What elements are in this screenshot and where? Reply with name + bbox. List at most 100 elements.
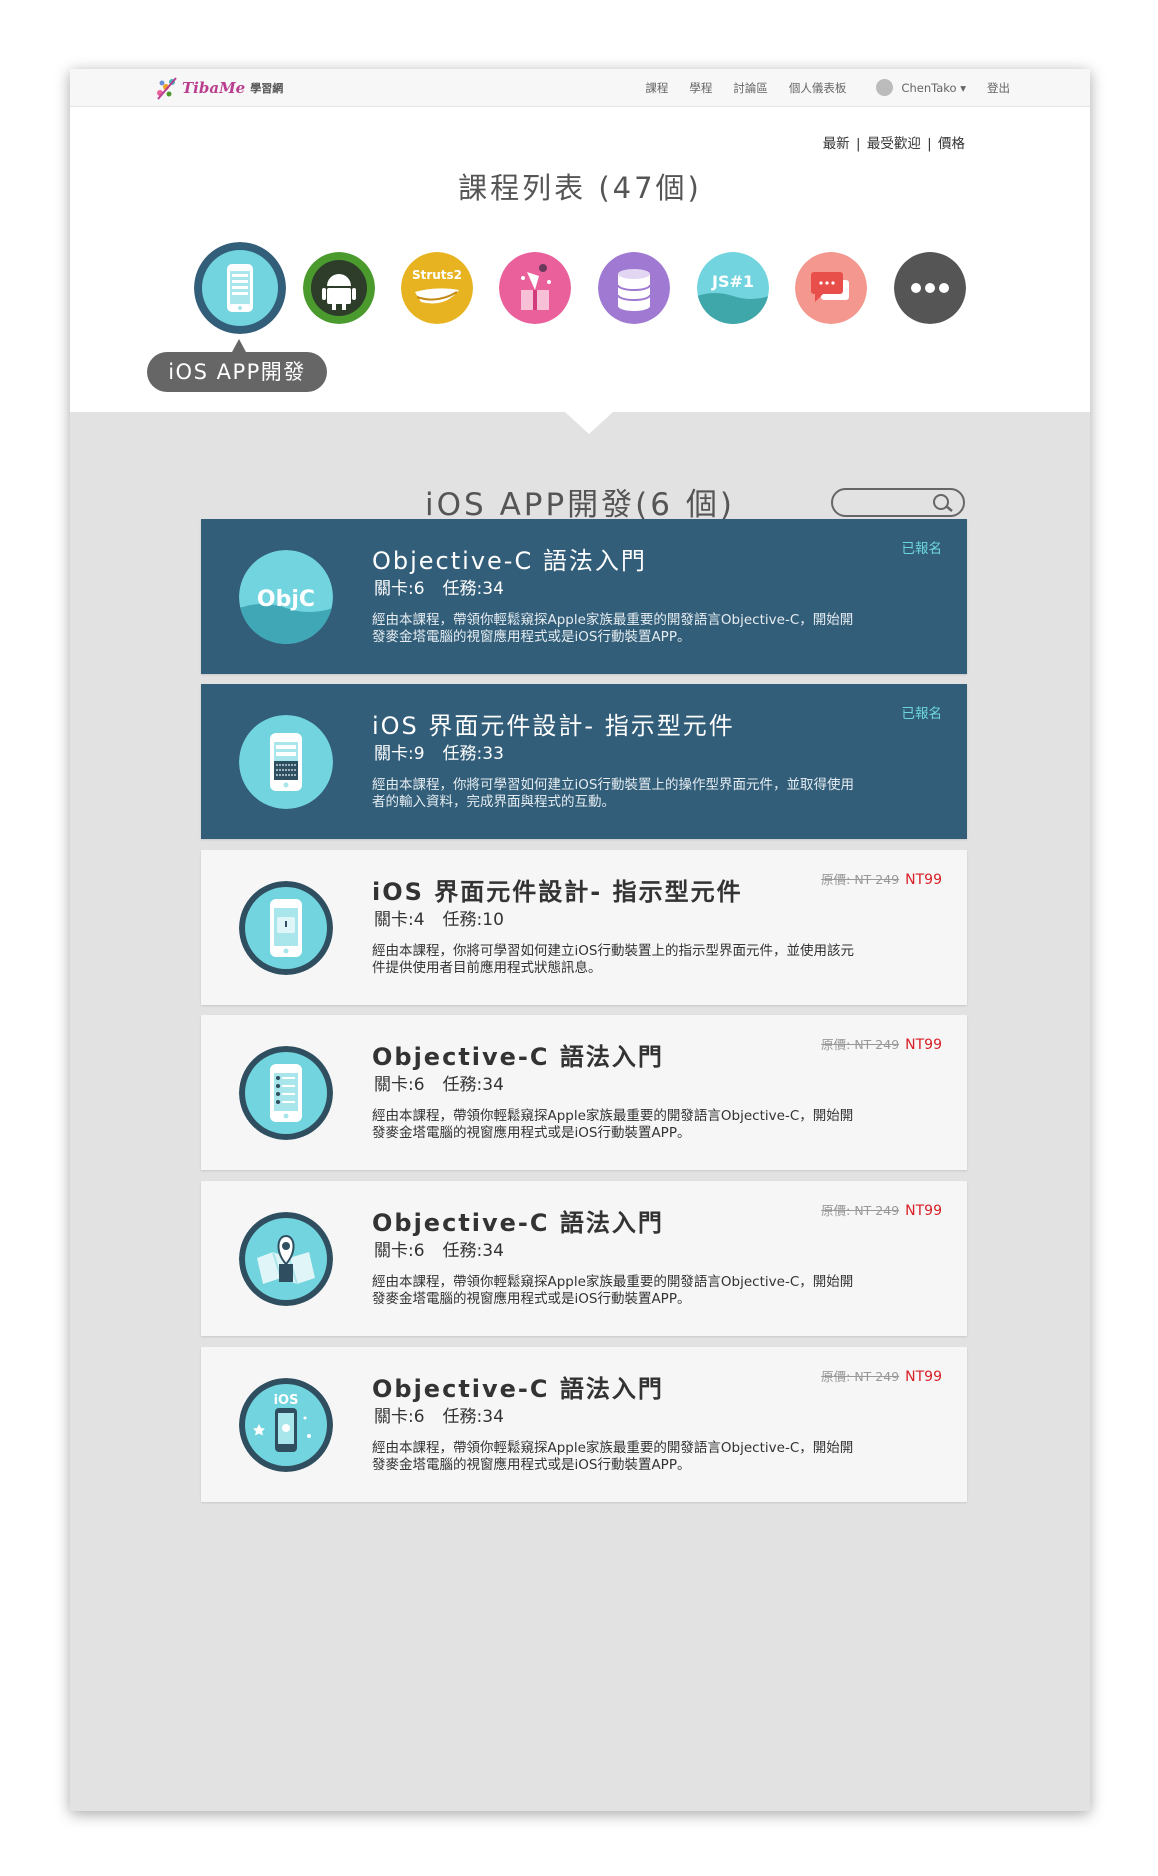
android-category-icon[interactable] [303, 252, 375, 324]
original-price: 原價: NT 249 [821, 1203, 900, 1218]
course-price: 原價: NT 249 NT99 [821, 1366, 942, 1385]
nav-item-forum[interactable]: 討論區 [733, 80, 768, 96]
course-card[interactable]: iOS 界面元件設計- 指示型元件 關卡:4 任務:10 經由本課程，你將可學習如… [201, 850, 967, 1005]
gift-category-icon[interactable] [499, 252, 571, 324]
course-title[interactable]: Objective-C 語法入門 [372, 1037, 664, 1072]
user-menu[interactable]: ChenTako ▾ [876, 79, 966, 96]
avatar [876, 79, 894, 96]
course-tasks: 任務:34 [442, 1407, 504, 1427]
logo-icon [157, 77, 177, 100]
course-description: 經由本課程，帶領你輕鬆窺探Apple家族最重要的開發語言Objective-C，… [372, 1108, 882, 1142]
course-card[interactable]: Objective-C 語法入門 關卡:6 任務:34 經由本課程，帶領你輕鬆窺探… [201, 1181, 967, 1336]
course-meta: 關卡:9 任務:33 [374, 739, 522, 764]
search-input[interactable] [831, 488, 965, 517]
search-icon [933, 494, 953, 512]
course-meta: 關卡:6 任務:34 [374, 1402, 522, 1427]
course-description: 經由本課程，你將可學習如何建立iOS行動裝置上的操作型界面元件，並取得使用 者的輸… [372, 777, 882, 811]
course-description-line: 者的輸入資料，完成界面與程式的互動。 [372, 794, 615, 810]
course-title[interactable]: Objective-C 語法入門 [372, 1369, 664, 1404]
phone-keyboard-icon [239, 715, 333, 809]
course-meta: 關卡:6 任務:34 [374, 574, 522, 599]
logo[interactable]: TibaMe 學習網 [154, 75, 283, 101]
ios-phone-icon: iOS [239, 1378, 333, 1472]
sort-options: 最新 | 最受歡迎 | 價格 [822, 132, 966, 152]
course-description-line: 發麥金塔電腦的視窗應用程式或是iOS行動裝置APP。 [372, 629, 691, 645]
course-description-line: 經由本課程，你將可學習如何建立iOS行動裝置上的操作型界面元件，並取得使用 [372, 777, 854, 793]
course-price: 原價: NT 249 NT99 [821, 1200, 942, 1219]
course-meta: 關卡:6 任務:34 [374, 1070, 522, 1095]
course-levels: 關卡:4 [374, 910, 425, 930]
svg-text:Struts2: Struts2 [412, 268, 462, 282]
sale-price: NT99 [905, 1037, 942, 1053]
navbar: TibaMe 學習網 課程 學程 討論區 個人儀表板 ChenTako ▾ 登出 [70, 69, 1090, 107]
course-levels: 關卡:6 [374, 1407, 425, 1427]
course-card[interactable]: iOS 界面元件設計- 指示型元件 關卡:9 任務:33 經由本課程，你將可學習如… [201, 684, 967, 839]
nav-item-dashboard[interactable]: 個人儀表板 [789, 80, 847, 96]
course-tasks: 任務:34 [442, 1075, 504, 1095]
course-tasks: 任務:34 [442, 579, 504, 599]
category-tooltip: iOS APP開發 [147, 352, 327, 392]
phone-indicator-icon [239, 881, 333, 975]
original-price: 原價: NT 249 [821, 1037, 900, 1052]
course-title[interactable]: iOS 界面元件設計- 指示型元件 [372, 706, 735, 741]
course-levels: 關卡:6 [374, 1241, 425, 1261]
enrolled-badge: 已報名 [901, 541, 943, 557]
course-tasks: 任務:10 [442, 910, 504, 930]
category-list: Struts2 JS#1 [194, 242, 974, 342]
sort-newest[interactable]: 最新 [823, 136, 850, 152]
course-tasks: 任務:34 [442, 1241, 504, 1261]
course-price: 原價: NT 249 NT99 [821, 1034, 942, 1053]
course-description: 經由本課程，帶領你輕鬆窺探Apple家族最重要的開發語言Objective-C，… [372, 1440, 882, 1474]
page-frame: TibaMe 學習網 課程 學程 討論區 個人儀表板 ChenTako ▾ 登出… [70, 69, 1090, 1811]
course-description-line: 發麥金塔電腦的視窗應用程式或是iOS行動裝置APP。 [372, 1125, 691, 1141]
course-levels: 關卡:9 [374, 744, 425, 764]
course-card[interactable]: ObjC Objective-C 語法入門 關卡:6 任務:34 經由本課程，帶領… [201, 519, 967, 674]
course-description-line: 件提供使用者目前應用程式狀態訊息。 [372, 960, 602, 976]
course-price: 原價: NT 249 NT99 [821, 869, 942, 888]
original-price: 原價: NT 249 [821, 1369, 900, 1384]
logout-link[interactable]: 登出 [987, 80, 1010, 96]
sort-separator: | [927, 136, 932, 152]
course-meta: 關卡:6 任務:34 [374, 1236, 522, 1261]
map-pin-icon [239, 1212, 333, 1306]
ios-label: iOS [274, 1393, 299, 1408]
sort-price[interactable]: 價格 [938, 136, 965, 152]
sale-price: NT99 [905, 1203, 942, 1219]
nav-links: 課程 學程 討論區 個人儀表板 ChenTako ▾ 登出 [624, 69, 1010, 106]
course-description-line: 經由本課程，你將可學習如何建立iOS行動裝置上的指示型界面元件，並使用該元 [372, 943, 854, 959]
objc-icon: ObjC [239, 550, 333, 644]
course-description-line: 經由本課程，帶領你輕鬆窺探Apple家族最重要的開發語言Objective-C，… [372, 1440, 854, 1456]
course-levels: 關卡:6 [374, 1075, 425, 1095]
course-description-line: 發麥金塔電腦的視窗應用程式或是iOS行動裝置APP。 [372, 1291, 691, 1307]
enrolled-badge: 已報名 [901, 706, 943, 722]
course-description: 經由本課程，你將可學習如何建立iOS行動裝置上的指示型界面元件，並使用該元 件提供… [372, 943, 882, 977]
more-category-icon[interactable] [894, 252, 966, 324]
javascript-category-icon[interactable]: JS#1 [697, 252, 769, 324]
course-description-line: 經由本課程，帶領你輕鬆窺探Apple家族最重要的開發語言Objective-C，… [372, 612, 854, 628]
original-price: 原價: NT 249 [821, 872, 900, 887]
course-card[interactable]: iOS Objective-C 語法入門 關卡:6 任務:34 經由本課程，帶領你… [201, 1347, 967, 1502]
course-tasks: 任務:33 [442, 744, 504, 764]
brand-subtitle: 學習網 [250, 82, 284, 95]
ios-category-icon[interactable] [194, 242, 286, 334]
sort-separator: | [855, 136, 861, 152]
course-description-line: 發麥金塔電腦的視窗應用程式或是iOS行動裝置APP。 [372, 1457, 691, 1473]
section-pointer [565, 412, 613, 434]
struts2-category-icon[interactable]: Struts2 [401, 252, 473, 324]
database-category-icon[interactable] [598, 252, 670, 324]
course-title[interactable]: Objective-C 語法入門 [372, 541, 647, 576]
course-card[interactable]: Objective-C 語法入門 關卡:6 任務:34 經由本課程，帶領你輕鬆窺探… [201, 1015, 967, 1170]
user-name: ChenTako ▾ [901, 80, 966, 95]
chat-category-icon[interactable] [795, 252, 867, 324]
sort-popular[interactable]: 最受歡迎 [867, 136, 921, 152]
page-title: 課程列表 (47個) [458, 171, 702, 205]
course-title[interactable]: iOS 界面元件設計- 指示型元件 [372, 872, 743, 907]
course-title[interactable]: Objective-C 語法入門 [372, 1203, 664, 1238]
course-description-line: 經由本課程，帶領你輕鬆窺探Apple家族最重要的開發語言Objective-C，… [372, 1274, 854, 1290]
svg-text:JS#1: JS#1 [711, 272, 754, 291]
nav-item-programs[interactable]: 學程 [689, 80, 712, 96]
sale-price: NT99 [905, 1369, 942, 1385]
objc-label: ObjC [257, 587, 315, 612]
course-description-line: 經由本課程，帶領你輕鬆窺探Apple家族最重要的開發語言Objective-C，… [372, 1108, 854, 1124]
nav-item-courses[interactable]: 課程 [645, 80, 668, 96]
